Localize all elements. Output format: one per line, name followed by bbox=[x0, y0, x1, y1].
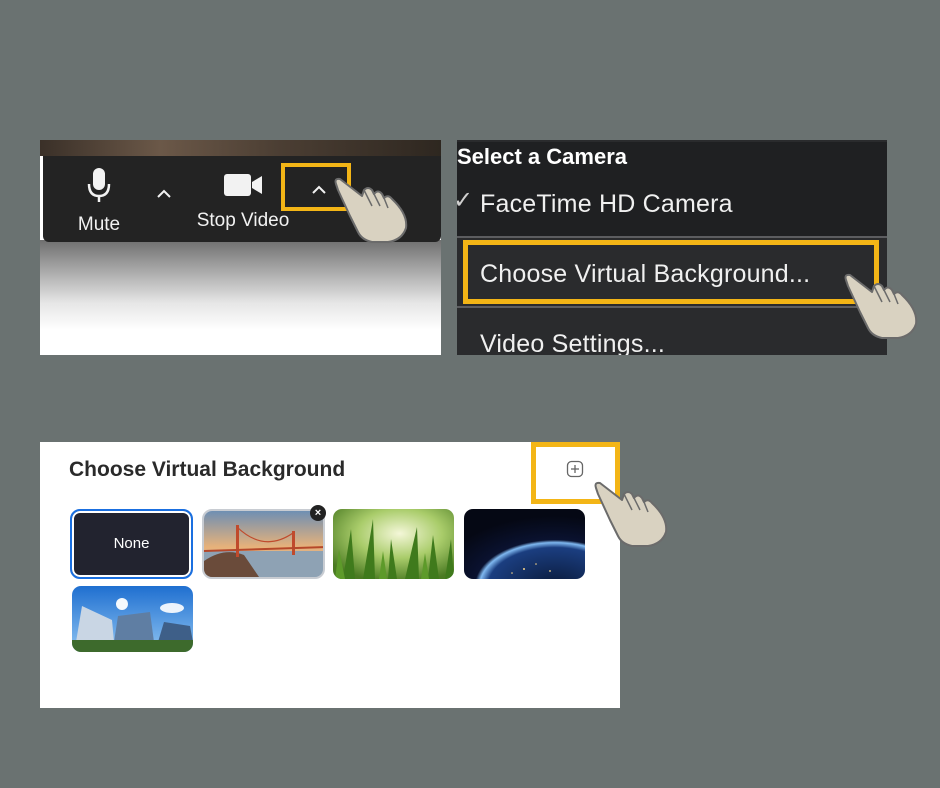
background-thumbnail-earth-from-space[interactable] bbox=[464, 509, 585, 579]
menu-title: Select a Camera bbox=[457, 144, 627, 169]
microphone-icon bbox=[87, 168, 111, 202]
mute-button[interactable]: Mute bbox=[71, 166, 127, 236]
background-thumbnail-golden-gate-bridge[interactable] bbox=[202, 509, 325, 579]
remove-background-button[interactable]: × bbox=[310, 505, 326, 521]
background-thumbnail-grass[interactable] bbox=[333, 509, 454, 579]
building-image bbox=[72, 586, 193, 652]
menu-separator bbox=[457, 306, 887, 308]
earth-image bbox=[464, 509, 585, 579]
stop-video-button[interactable]: Stop Video bbox=[191, 170, 295, 232]
video-camera-icon bbox=[224, 174, 262, 196]
stop-video-label: Stop Video bbox=[196, 210, 290, 231]
chevron-up-icon[interactable] bbox=[156, 186, 172, 202]
grass-image bbox=[333, 509, 454, 579]
mute-label: Mute bbox=[77, 214, 121, 235]
background-thumbnail-modern-building[interactable] bbox=[72, 586, 193, 652]
menu-separator bbox=[457, 236, 887, 238]
background-thumbnail-none[interactable]: None bbox=[70, 509, 193, 579]
meeting-toolbar-panel: Mute Stop Video bbox=[40, 140, 441, 355]
golden-gate-bridge-image bbox=[204, 511, 323, 577]
pointing-hand-icon bbox=[844, 273, 918, 339]
menu-item-facetime-camera[interactable]: FaceTime HD Camera bbox=[480, 190, 733, 219]
menu-item-video-settings[interactable]: Video Settings... bbox=[480, 330, 665, 355]
checkmark-icon: ✓ bbox=[457, 187, 474, 214]
highlight-box bbox=[463, 240, 879, 304]
thumbnail-label: None bbox=[113, 535, 150, 552]
pointing-hand-icon bbox=[334, 177, 408, 243]
panel-title: Choose Virtual Background bbox=[69, 458, 346, 481]
toolbar-shadow bbox=[40, 240, 441, 330]
video-preview-strip bbox=[40, 140, 441, 156]
pointing-hand-icon bbox=[594, 481, 668, 547]
